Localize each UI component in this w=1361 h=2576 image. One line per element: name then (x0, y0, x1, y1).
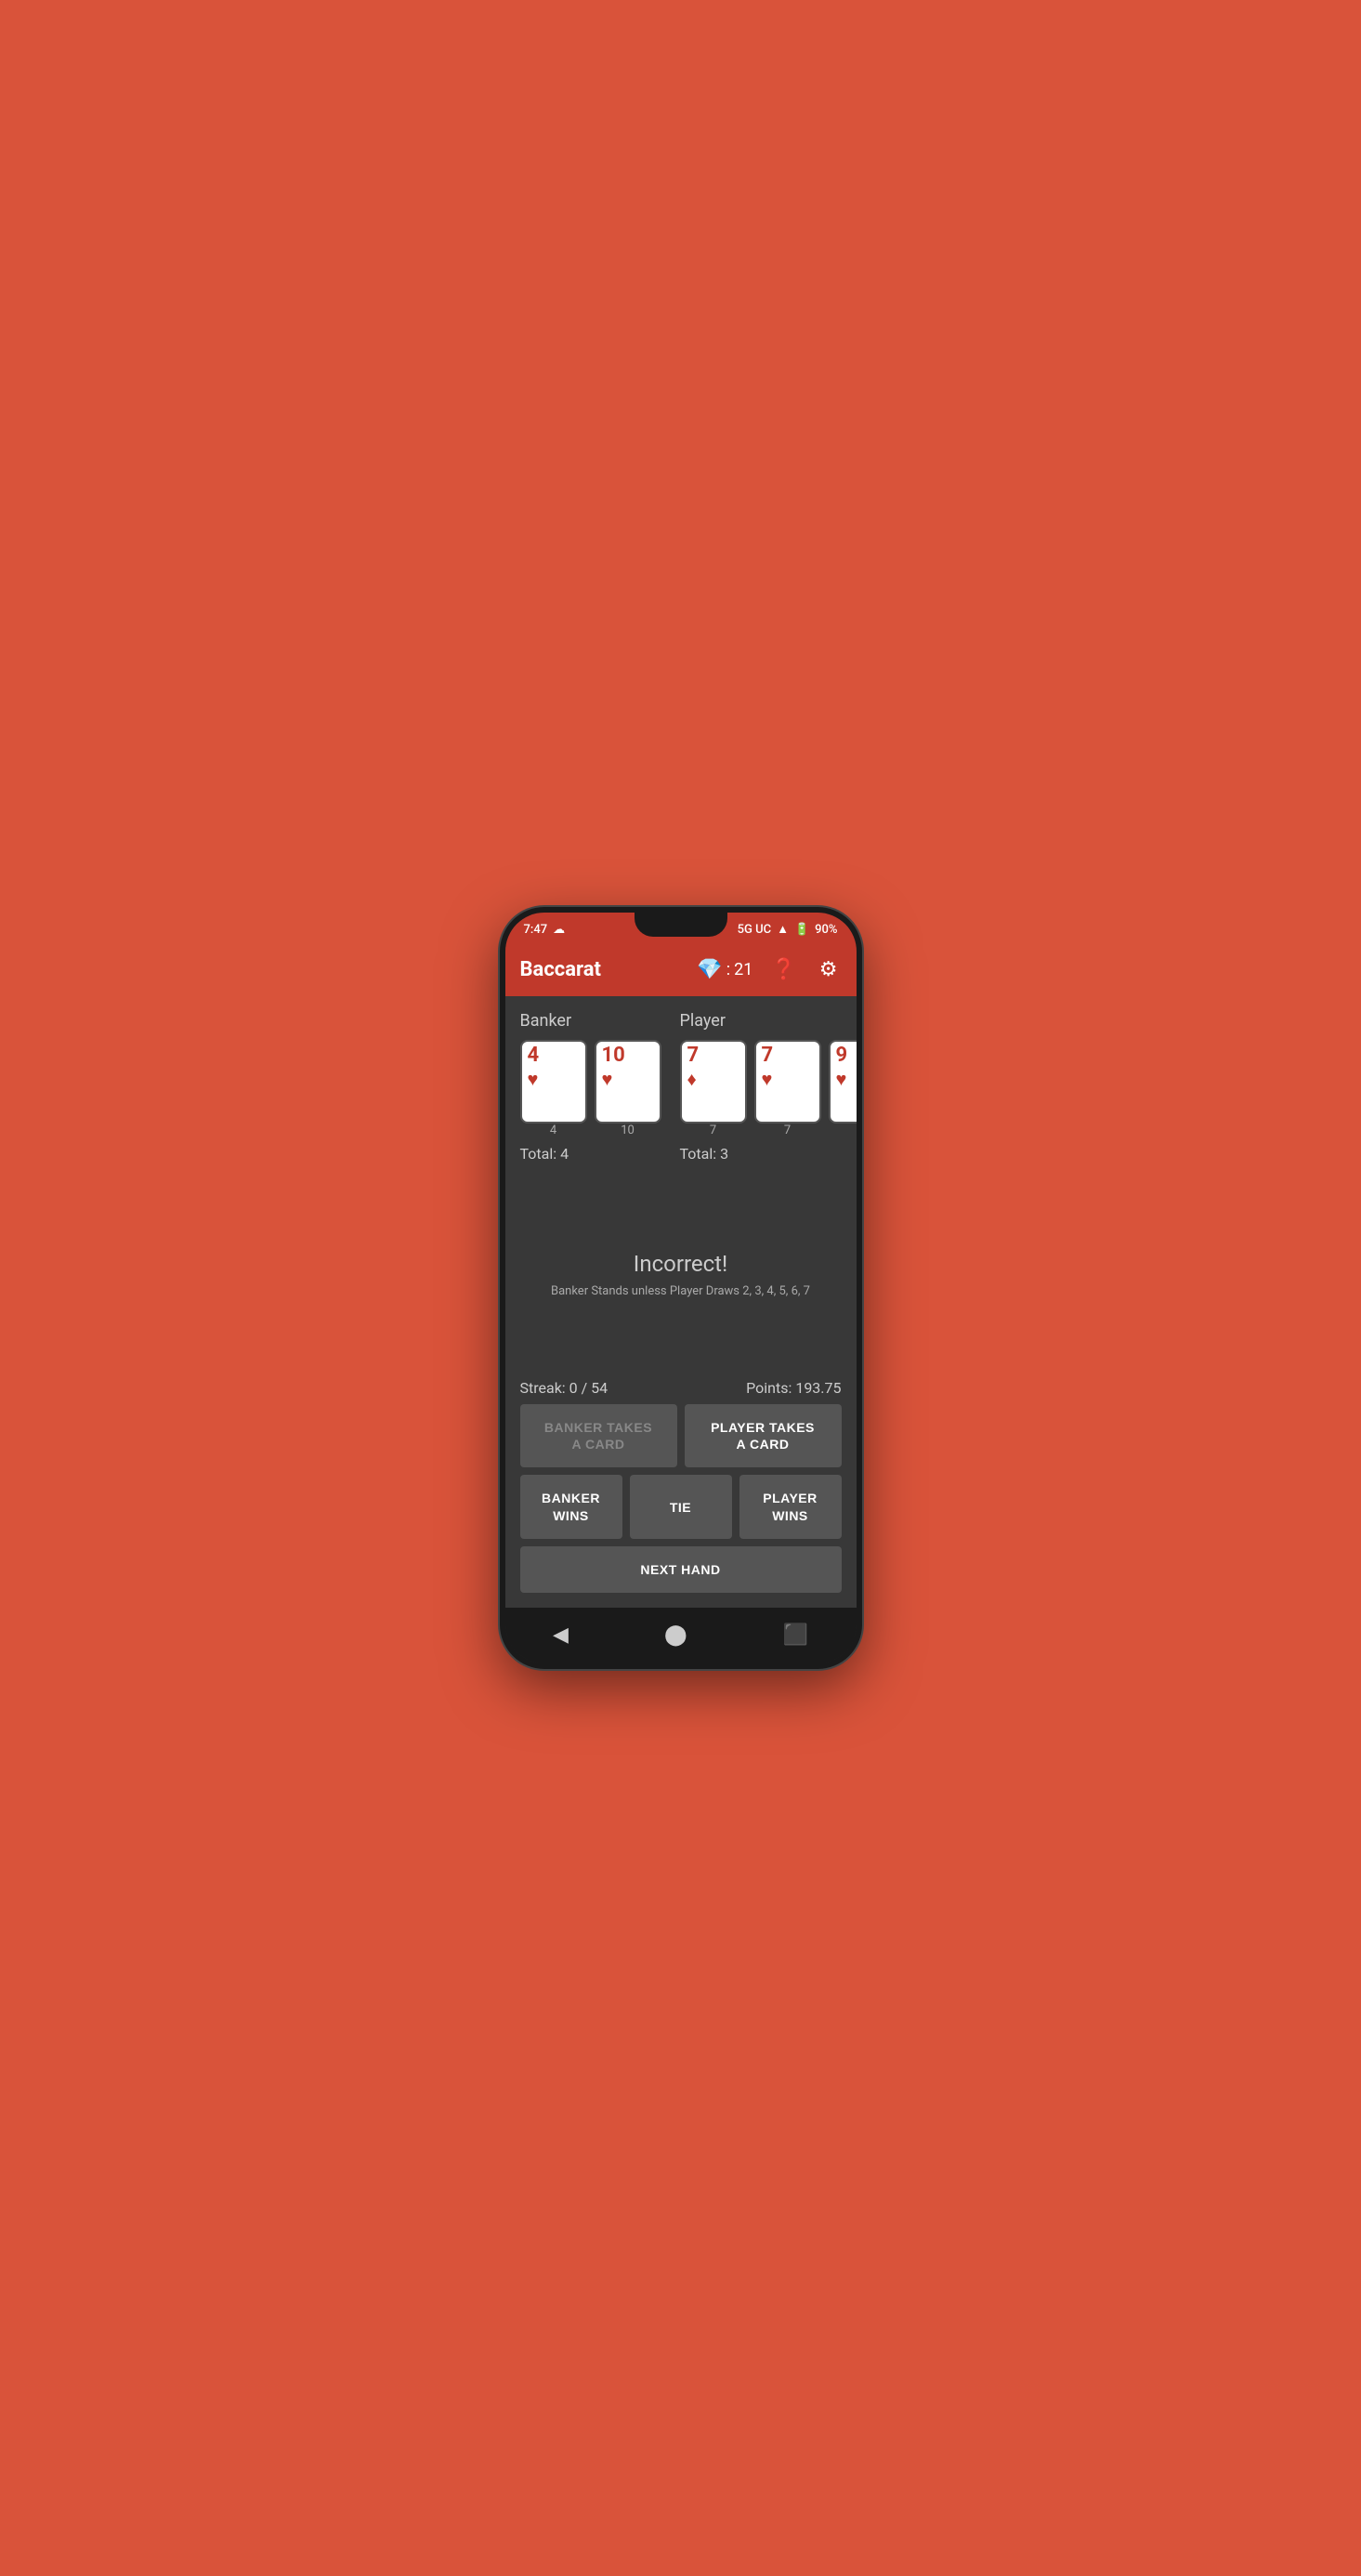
card-item: 7 ♥ 7 (754, 1040, 821, 1137)
status-right: 5G UC ▲ 🔋 90% (738, 922, 838, 937)
banker-card-1-label: 4 (520, 1124, 587, 1137)
app-bar: Baccarat 💎 : 21 ❓ ⚙ (505, 942, 857, 996)
banker-card-1-value: 4 (528, 1045, 540, 1066)
result-subtitle: Banker Stands unless Player Draws 2, 3, … (551, 1284, 810, 1298)
streak-display: Streak: 0 / 54 (520, 1379, 609, 1397)
banker-card-1-suit: ♥ (528, 1068, 539, 1091)
battery-label: 90% (815, 923, 837, 937)
player-card-3-suit: ♥ (836, 1068, 847, 1091)
tie-button[interactable]: TIE (630, 1475, 732, 1538)
player-cards-row: 7 ♦ 7 7 ♥ 7 9 (680, 1040, 862, 1137)
phone-frame: 7:47 ☁ 5G UC ▲ 🔋 90% Baccarat 💎 : 21 ❓ ⚙ (500, 907, 862, 1669)
player-card-2-label: 7 (754, 1124, 821, 1137)
result-area: Incorrect! Banker Stands unless Player D… (520, 1181, 842, 1368)
network-label: 5G UC (738, 923, 771, 937)
banker-cards-row: 4 ♥ 4 10 ♥ 10 (520, 1040, 661, 1137)
player-card-2: 7 ♥ (754, 1040, 821, 1124)
cloud-icon: ☁ (553, 923, 565, 937)
banker-card-1: 4 ♥ (520, 1040, 587, 1124)
player-card-1-value: 7 (687, 1045, 700, 1066)
help-button[interactable]: ❓ (767, 953, 800, 985)
banker-hand: Banker 4 ♥ 4 10 ♥ 10 (520, 1011, 661, 1163)
notch (635, 913, 727, 937)
player-hand: Player 7 ♦ 7 7 ♥ 7 (680, 1011, 862, 1163)
main-content: Banker 4 ♥ 4 10 ♥ 10 (505, 996, 857, 1608)
gem-icon: 💎 (697, 958, 722, 981)
time-display: 7:47 (524, 923, 548, 937)
stats-row: Streak: 0 / 54 Points: 193.75 (520, 1368, 842, 1404)
card-item: 7 ♦ 7 (680, 1040, 747, 1137)
player-wins-button[interactable]: PLAYERWINS (739, 1475, 842, 1538)
banker-total: Total: 4 (520, 1145, 661, 1163)
banker-card-2: 10 ♥ (595, 1040, 661, 1124)
player-takes-card-button[interactable]: PLAYER TAKESA CARD (685, 1404, 842, 1467)
player-card-1-suit: ♦ (687, 1068, 697, 1091)
gem-score-value: 21 (734, 960, 752, 979)
banker-card-2-label: 10 (595, 1124, 661, 1137)
banker-takes-card-button[interactable]: BANKER TAKESA CARD (520, 1404, 677, 1467)
points-display: Points: 193.75 (746, 1379, 841, 1397)
signal-icon: ▲ (777, 922, 789, 937)
player-card-2-suit: ♥ (762, 1068, 773, 1091)
next-hand-row: NEXT HAND (520, 1546, 842, 1593)
settings-icon: ⚙ (819, 957, 838, 980)
card-item: 10 ♥ 10 (595, 1040, 661, 1137)
recents-nav-button[interactable]: ⬛ (765, 1619, 827, 1650)
banker-wins-button[interactable]: BANKERWINS (520, 1475, 622, 1538)
player-card-3: 9 ♥ (829, 1040, 862, 1124)
player-card-3-label: 9 (829, 1124, 862, 1137)
banker-card-2-suit: ♥ (602, 1068, 613, 1091)
card-item: 9 ♥ 9 (829, 1040, 862, 1137)
player-label: Player (680, 1011, 862, 1031)
player-total: Total: 3 (680, 1145, 862, 1163)
result-title: Incorrect! (634, 1251, 727, 1277)
next-hand-button[interactable]: NEXT HAND (520, 1546, 842, 1593)
home-nav-button[interactable]: ⬤ (646, 1619, 706, 1650)
hands-row: Banker 4 ♥ 4 10 ♥ 10 (520, 1011, 842, 1163)
app-title: Baccarat (520, 958, 601, 981)
banker-label: Banker (520, 1011, 661, 1031)
card-item: 4 ♥ 4 (520, 1040, 587, 1137)
colon-label: : (726, 960, 730, 979)
gem-score-display: 💎 : 21 (697, 958, 752, 981)
outcome-row: BANKERWINS TIE PLAYERWINS (520, 1475, 842, 1538)
help-icon: ❓ (771, 957, 796, 980)
player-card-1: 7 ♦ (680, 1040, 747, 1124)
player-card-1-label: 7 (680, 1124, 747, 1137)
player-card-2-value: 7 (762, 1045, 774, 1066)
nav-bar: ◀ ⬤ ⬛ (505, 1608, 857, 1663)
banker-card-2-value: 10 (602, 1045, 625, 1066)
back-nav-button[interactable]: ◀ (534, 1619, 587, 1650)
status-left: 7:47 ☁ (524, 923, 566, 937)
app-bar-right: 💎 : 21 ❓ ⚙ (697, 953, 841, 985)
takes-card-row: BANKER TAKESA CARD PLAYER TAKESA CARD (520, 1404, 842, 1467)
buttons-area: BANKER TAKESA CARD PLAYER TAKESA CARD BA… (520, 1404, 842, 1593)
settings-button[interactable]: ⚙ (816, 953, 842, 985)
battery-icon: 🔋 (794, 923, 809, 937)
player-card-3-value: 9 (836, 1045, 848, 1066)
